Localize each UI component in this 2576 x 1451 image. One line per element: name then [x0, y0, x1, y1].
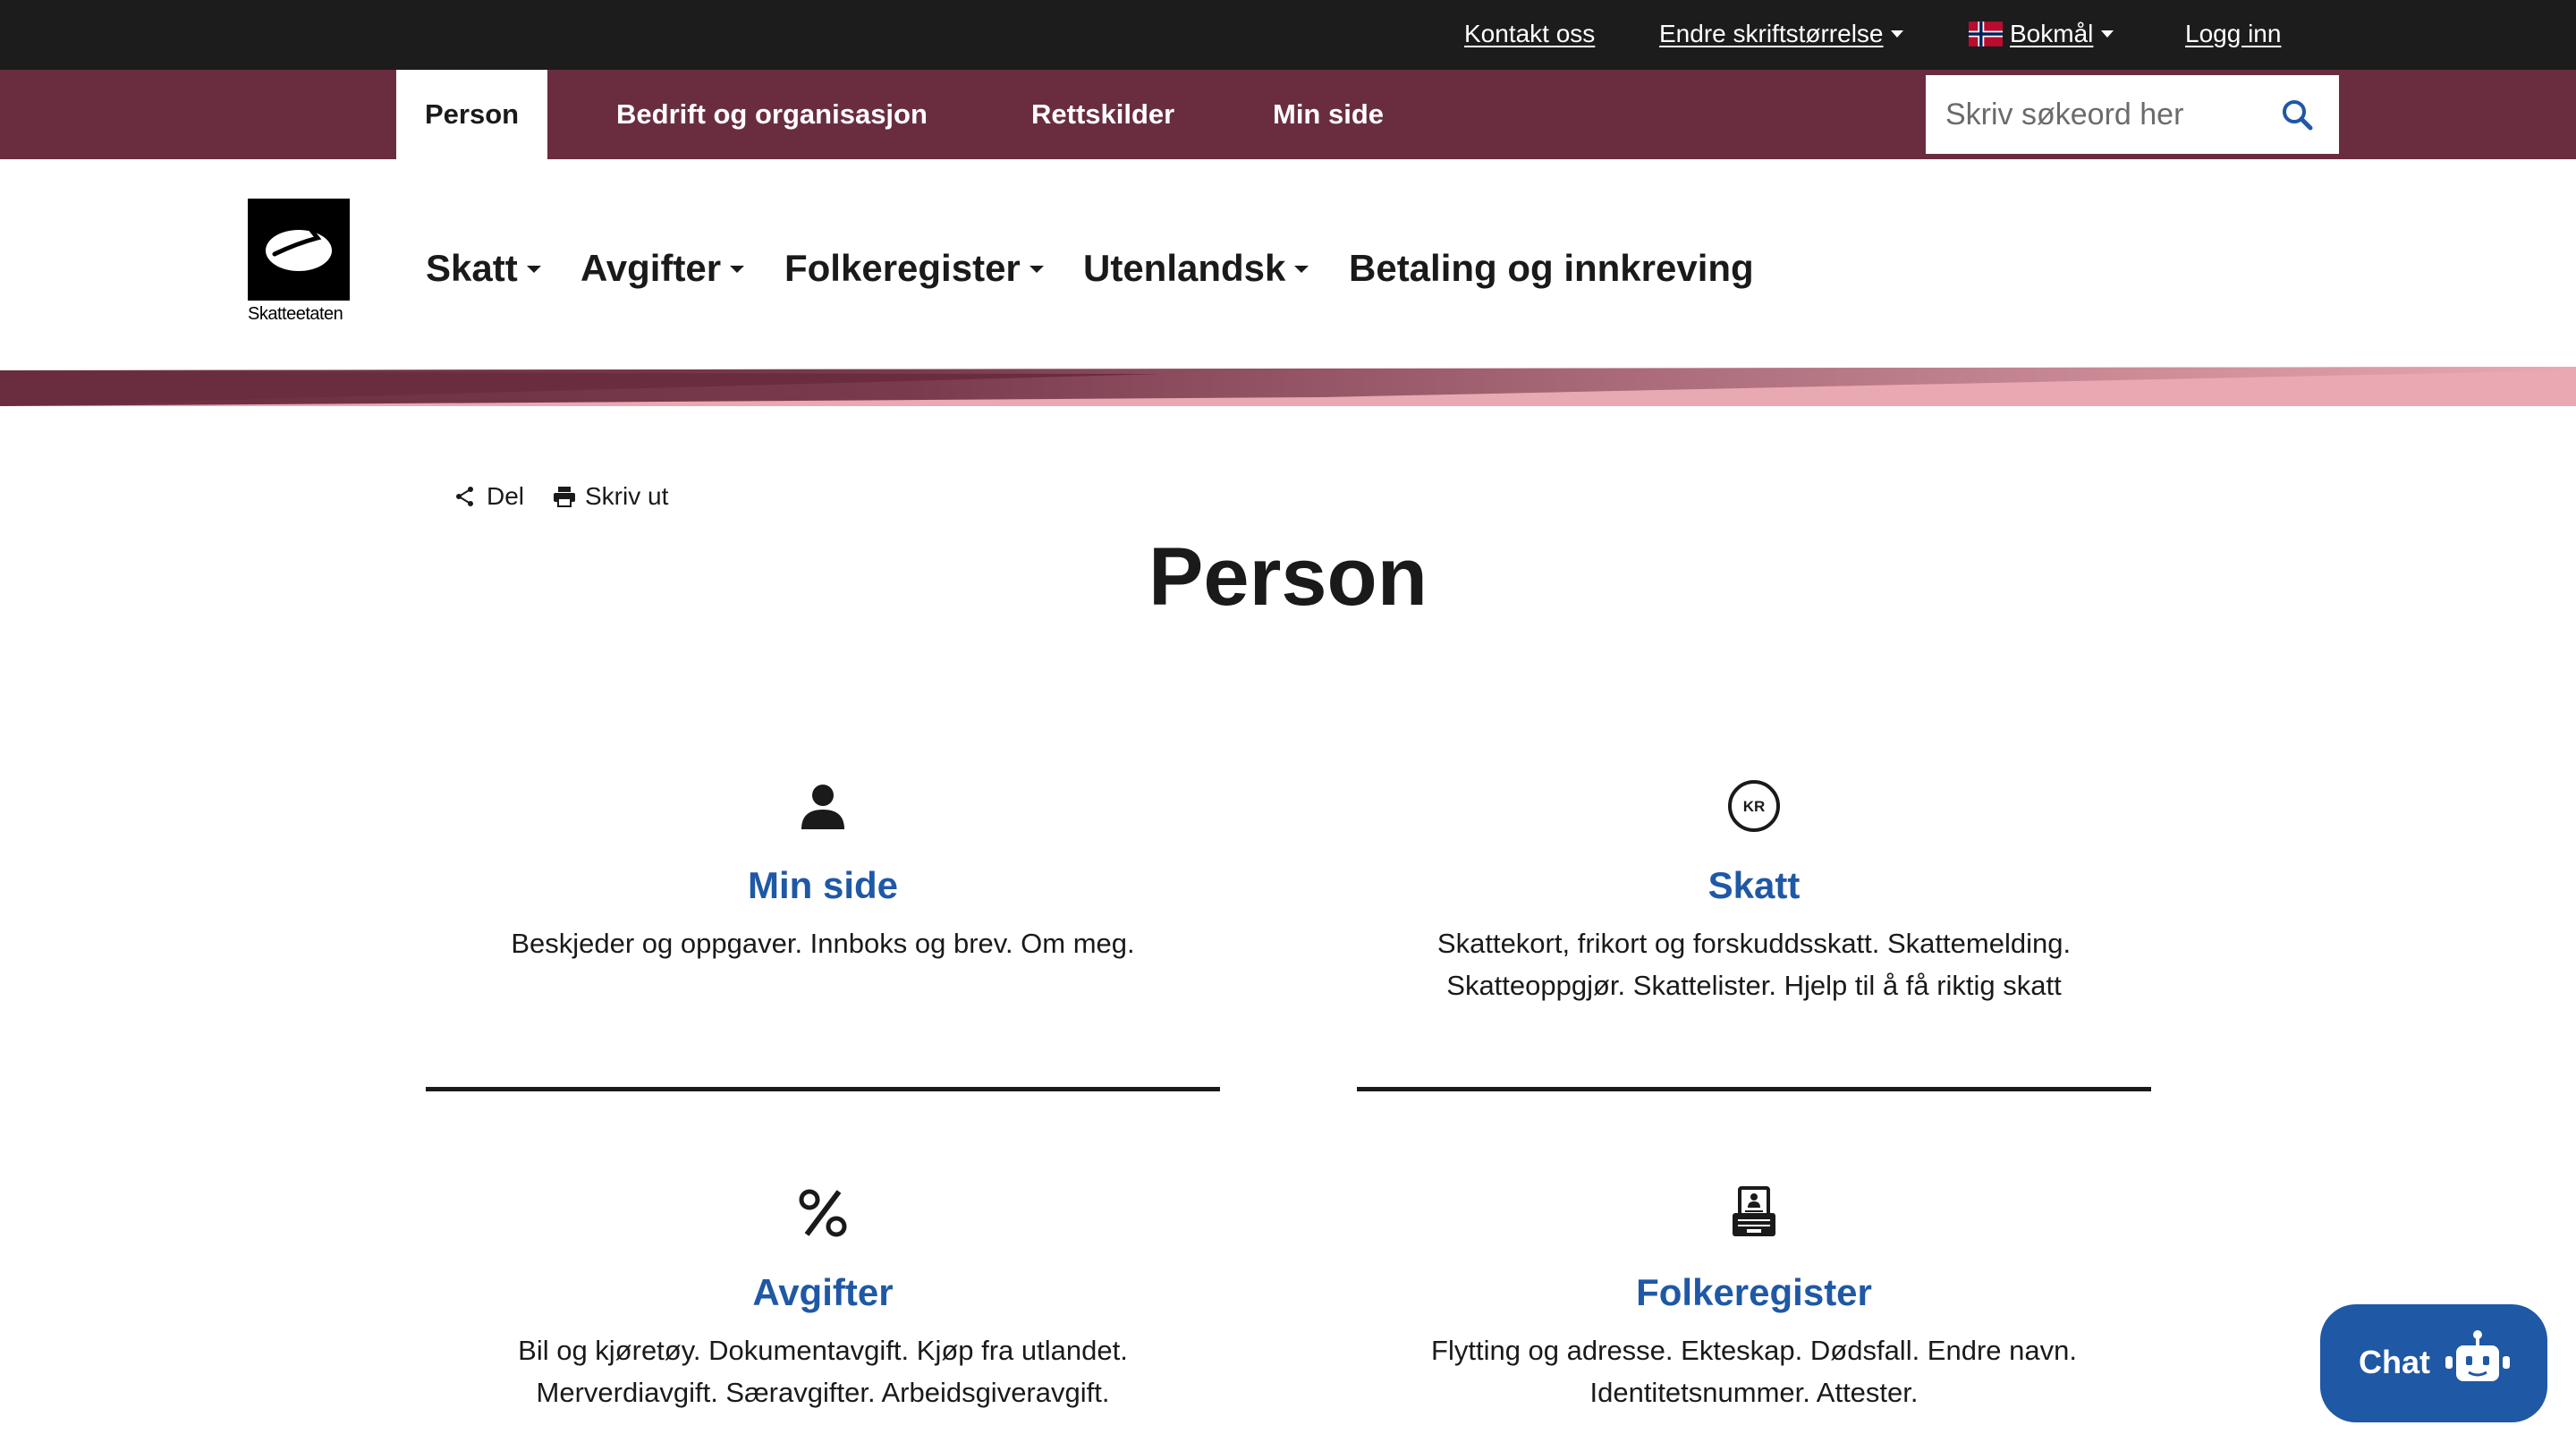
nav-fees[interactable]: Avgifter — [580, 243, 745, 293]
font-size-menu[interactable]: Endre skriftstørrelse — [1659, 19, 1903, 49]
card-description: Skattekort, frikort og forskuddsskatt. S… — [1357, 922, 2151, 1006]
print-label: Skriv ut — [585, 482, 669, 510]
tab-person[interactable]: Person — [396, 70, 548, 159]
chevron-down-icon — [1029, 265, 1044, 273]
printer-icon — [554, 487, 575, 507]
card-tax[interactable]: KR Skatt Skattekort, frikort og forskudd… — [1357, 777, 2151, 1092]
nav-registry[interactable]: Folkeregister — [784, 243, 1044, 293]
norway-flag-icon — [1969, 21, 2003, 47]
card-title[interactable]: Folkeregister — [1357, 1269, 2151, 1316]
card-title[interactable]: Avgifter — [426, 1269, 1220, 1316]
contact-link[interactable]: Kontakt oss — [1464, 19, 1595, 49]
chevron-down-icon — [526, 265, 541, 273]
share-button[interactable]: Del — [454, 481, 524, 512]
card-divider — [1357, 1087, 2151, 1091]
share-label: Del — [487, 482, 525, 510]
search-icon — [2283, 100, 2313, 131]
tab-legal-sources[interactable]: Rettskilder — [1031, 70, 1174, 159]
share-icon — [456, 487, 473, 506]
page-title: Person — [1148, 531, 1428, 623]
card-description: Flytting og adresse. Ekteskap. Dødsfall.… — [1357, 1329, 2151, 1413]
tab-business[interactable]: Bedrift og organisasjon — [616, 70, 928, 159]
card-title[interactable]: Min side — [426, 862, 1220, 909]
chat-label: Chat — [2359, 1344, 2430, 1380]
card-divider — [426, 1087, 1220, 1091]
card-my-page[interactable]: Min side Beskjeder og oppgaver. Innboks … — [426, 777, 1220, 1092]
nav-registry-label: Folkeregister — [784, 247, 1021, 289]
nav-fees-label: Avgifter — [580, 247, 722, 289]
percent-icon — [799, 1189, 847, 1237]
chat-button[interactable]: Chat — [2320, 1304, 2547, 1422]
logo[interactable]: Skatteetaten — [248, 199, 352, 326]
language-label: Bokmål — [2010, 20, 2094, 47]
decorative-band — [0, 367, 2576, 406]
card-fees[interactable]: Avgifter Bil og kjøretøy. Dokumentavgift… — [426, 1184, 1220, 1451]
card-description-line: Skatteoppgjør. Skattelister. Hjelp til å… — [1446, 970, 2062, 1001]
card-registry[interactable]: Folkeregister Flytting og adresse. Ektes… — [1357, 1184, 2151, 1451]
chatbot-icon — [2445, 1330, 2510, 1381]
language-chevron-icon[interactable] — [2101, 30, 2114, 38]
chevron-down-icon — [1890, 30, 1903, 38]
utility-bar: Kontakt oss Endre skriftstørrelse Bokmål… — [0, 0, 2576, 70]
card-description-line: Identitetsnummer. Attester. — [1589, 1377, 1919, 1408]
login-link[interactable]: Logg inn — [2185, 19, 2281, 49]
nav-tax-label: Skatt — [426, 247, 518, 289]
card-description-line: Bil og kjøretøy. Dokumentavgift. Kjøp fr… — [518, 1335, 1128, 1366]
card-description-line: Merverdiavgift. Særavgifter. Arbeidsgive… — [536, 1377, 1110, 1408]
person-icon — [801, 785, 844, 829]
search-button[interactable] — [2257, 75, 2339, 154]
chevron-down-icon — [1294, 265, 1309, 273]
logo-text: Skatteetaten — [248, 304, 343, 324]
card-description-line: Flytting og adresse. Ekteskap. Dødsfall.… — [1431, 1335, 2077, 1366]
nav-abroad-label: Utenlandsk — [1083, 247, 1286, 289]
card-description: Bil og kjøretøy. Dokumentavgift. Kjøp fr… — [426, 1329, 1220, 1413]
chevron-down-icon — [730, 265, 745, 273]
skatteetaten-logo — [248, 199, 350, 301]
nav-tax[interactable]: Skatt — [426, 243, 541, 293]
nav-payment[interactable]: Betaling og innkreving — [1349, 243, 1754, 293]
card-title[interactable]: Skatt — [1357, 862, 2151, 909]
card-description-line: Beskjeder og oppgaver. Innboks og brev. … — [511, 928, 1135, 959]
print-button[interactable]: Skriv ut — [553, 481, 668, 512]
tab-my-page[interactable]: Min side — [1273, 70, 1384, 159]
search-box — [1926, 75, 2339, 154]
kr-coin-icon: KR — [1728, 780, 1780, 832]
font-size-label: Endre skriftstørrelse — [1659, 20, 1884, 47]
card-description-line: Skattekort, frikort og forskuddsskatt. S… — [1436, 928, 2072, 959]
search-input[interactable] — [1926, 75, 2276, 154]
registry-icon — [1733, 1186, 1775, 1236]
section-bar: Person Bedrift og organisasjon Rettskild… — [0, 70, 2576, 159]
nav-abroad[interactable]: Utenlandsk — [1083, 243, 1309, 293]
card-description: Beskjeder og oppgaver. Innboks og brev. … — [426, 922, 1220, 964]
language-menu[interactable]: Bokmål — [2010, 19, 2093, 49]
svg-text:KR: KR — [1743, 798, 1766, 815]
